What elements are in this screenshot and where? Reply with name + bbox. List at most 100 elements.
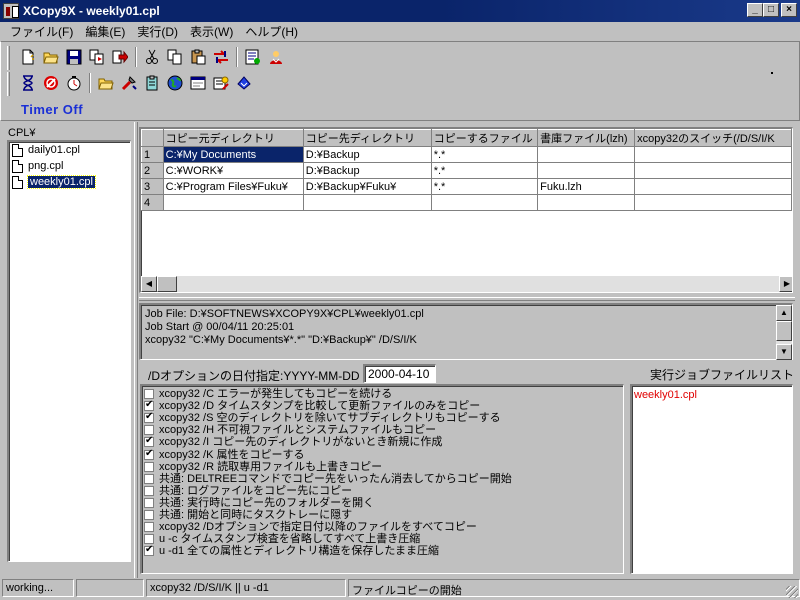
option-checkbox[interactable] <box>144 534 154 545</box>
option-checkbox[interactable] <box>144 522 154 533</box>
open-folder-icon[interactable] <box>40 46 62 68</box>
copy-icon[interactable] <box>164 46 186 68</box>
menu-view[interactable]: 表示(W) <box>184 23 239 40</box>
vertical-scrollbar[interactable]: ▲ ▼ <box>776 305 792 360</box>
menu-file[interactable]: ファイル(F) <box>4 23 79 40</box>
horizontal-scrollbar[interactable]: ◀ ▶ <box>141 276 792 292</box>
option-item[interactable]: u -d1 全ての属性とディレクトリ構造を保存したまま圧縮 <box>144 544 623 557</box>
timer-icon[interactable] <box>63 72 85 94</box>
option-checkbox[interactable] <box>144 435 154 448</box>
globe-icon[interactable] <box>164 72 186 94</box>
column-header[interactable]: コピーするファイル <box>430 129 539 147</box>
close-button[interactable]: × <box>781 3 797 17</box>
help-icon[interactable] <box>265 46 287 68</box>
grid-cell-files[interactable]: *.* <box>431 178 539 195</box>
option-item[interactable]: u -c タイムスタンプ検査を省略してすべて上書き圧縮 <box>144 533 623 545</box>
row-number[interactable]: 4 <box>141 194 164 211</box>
option-item[interactable]: 共通: 開始と同時にタスクトレーに隠す <box>144 509 623 521</box>
column-header[interactable]: コピー元ディレクトリ <box>162 129 304 147</box>
option-checkbox[interactable] <box>144 473 154 484</box>
grid-cell-archive[interactable]: Fuku.lzh <box>537 178 636 195</box>
column-header[interactable]: 書庫ファイル(lzh) <box>537 129 636 147</box>
option-checkbox[interactable] <box>144 399 154 412</box>
hourglass-icon[interactable] <box>17 72 39 94</box>
menu-edit[interactable]: 編集(E) <box>79 23 131 40</box>
option-item[interactable]: xcopy32 /Dオプションで指定日付以降のファイルをすべてコピー <box>144 521 623 533</box>
grid-cell-archive[interactable] <box>537 162 636 179</box>
row-number[interactable]: 1 <box>141 146 164 163</box>
window-icon[interactable] <box>187 72 209 94</box>
row-number[interactable]: 2 <box>141 162 164 179</box>
grid-cell-source[interactable]: C:¥Program Files¥Fuku¥ <box>163 178 304 195</box>
toolbar-grip[interactable] <box>7 46 10 70</box>
copy-files-icon[interactable] <box>86 46 108 68</box>
option-checkbox[interactable] <box>144 448 154 460</box>
grid-cell-switch[interactable] <box>634 194 792 211</box>
folder-open-icon[interactable] <box>95 72 117 94</box>
option-checkbox[interactable] <box>144 411 154 424</box>
properties-icon[interactable] <box>242 46 264 68</box>
new-file-icon[interactable] <box>17 46 39 68</box>
cut-icon[interactable] <box>141 46 163 68</box>
grid-cell-source[interactable]: C:¥WORK¥ <box>163 162 304 179</box>
diamond-icon[interactable] <box>233 72 255 94</box>
job-list-item[interactable]: weekly01.cpl <box>634 389 790 401</box>
file-item-selected[interactable]: weekly01.cpl <box>9 174 130 190</box>
title-bar[interactable]: XCopy9X - weekly01.cpl _ □ × <box>0 0 800 22</box>
option-item[interactable]: 共通: ログファイルをコピー先にコピー <box>144 485 623 497</box>
scroll-down-button[interactable]: ▼ <box>776 344 792 360</box>
tools-icon[interactable] <box>118 72 140 94</box>
scroll-thumb[interactable] <box>776 321 792 341</box>
grid-cell-switch[interactable] <box>634 178 792 195</box>
option-item[interactable]: xcopy32 /R 読取専用ファイルも上書きコピー <box>144 461 623 473</box>
grid-cell-files[interactable] <box>431 194 539 211</box>
grid-cell-destination[interactable]: D:¥Backup <box>303 162 432 179</box>
option-checkbox[interactable] <box>144 461 154 472</box>
job-grid[interactable]: コピー元ディレクトリ コピー先ディレクトリ コピーするファイル 書庫ファイル(l… <box>139 127 793 293</box>
resize-grip[interactable] <box>786 586 798 598</box>
file-item[interactable]: daily01.cpl <box>9 142 130 158</box>
grid-cell-switch[interactable] <box>634 162 792 179</box>
option-item[interactable]: xcopy32 /D タイムスタンプを比較して更新ファイルのみをコピー <box>144 399 623 412</box>
file-item[interactable]: png.cpl <box>9 158 130 174</box>
grid-cell-source[interactable]: C:¥My Documents <box>163 146 304 163</box>
option-checkbox[interactable] <box>144 389 154 400</box>
app-icon[interactable] <box>3 3 19 19</box>
column-header[interactable]: xcopy32のスイッチ(/D/S/I/K <box>634 129 792 147</box>
settings-icon[interactable] <box>210 72 232 94</box>
maximize-button[interactable]: □ <box>763 3 779 17</box>
menu-help[interactable]: ヘルプ(H) <box>239 23 304 40</box>
option-checkbox[interactable] <box>144 509 154 520</box>
paste-icon[interactable] <box>187 46 209 68</box>
scroll-track[interactable] <box>177 276 779 292</box>
option-item[interactable]: xcopy32 /I コピー先のディレクトリがないとき新規に作成 <box>144 435 623 448</box>
option-checkbox[interactable] <box>144 425 154 436</box>
grid-cell-destination[interactable]: D:¥Backup¥Fuku¥ <box>303 178 432 195</box>
grid-corner[interactable] <box>141 129 164 147</box>
save-icon[interactable] <box>63 46 85 68</box>
toolbar-grip[interactable] <box>7 72 10 96</box>
option-checkbox[interactable] <box>144 544 154 557</box>
exit-icon[interactable] <box>109 46 131 68</box>
job-file-list[interactable]: weekly01.cpl <box>630 384 793 574</box>
grid-cell-files[interactable]: *.* <box>431 146 539 163</box>
date-input[interactable]: 2000-04-10 <box>363 364 436 383</box>
vertical-splitter[interactable] <box>134 122 138 578</box>
option-item[interactable]: xcopy32 /C エラーが発生してもコピーを続ける <box>144 388 623 400</box>
option-item[interactable]: xcopy32 /K 属性をコピーする <box>144 448 623 461</box>
option-item[interactable]: xcopy32 /H 不可視ファイルとシステムファイルもコピー <box>144 424 623 436</box>
option-item[interactable]: 共通: DELTREEコマンドでコピー先をいったん消去してからコピー開始 <box>144 473 623 485</box>
grid-cell-archive[interactable] <box>537 146 636 163</box>
grid-cell-files[interactable]: *.* <box>431 162 539 179</box>
grid-cell-destination[interactable]: D:¥Backup <box>303 146 432 163</box>
grid-cell-archive[interactable] <box>537 194 636 211</box>
row-number[interactable]: 3 <box>141 178 164 195</box>
swap-icon[interactable] <box>210 46 232 68</box>
grid-cell-switch[interactable] <box>634 146 792 163</box>
clipboard-icon[interactable] <box>141 72 163 94</box>
scroll-left-button[interactable]: ◀ <box>141 276 157 292</box>
log-panel[interactable]: Job File: D:¥SOFTNEWS¥XCOPY9X¥CPL¥weekly… <box>139 303 793 360</box>
horizontal-splitter[interactable] <box>139 297 795 301</box>
scroll-right-button[interactable]: ▶ <box>779 276 792 292</box>
grid-cell-destination[interactable] <box>303 194 432 211</box>
